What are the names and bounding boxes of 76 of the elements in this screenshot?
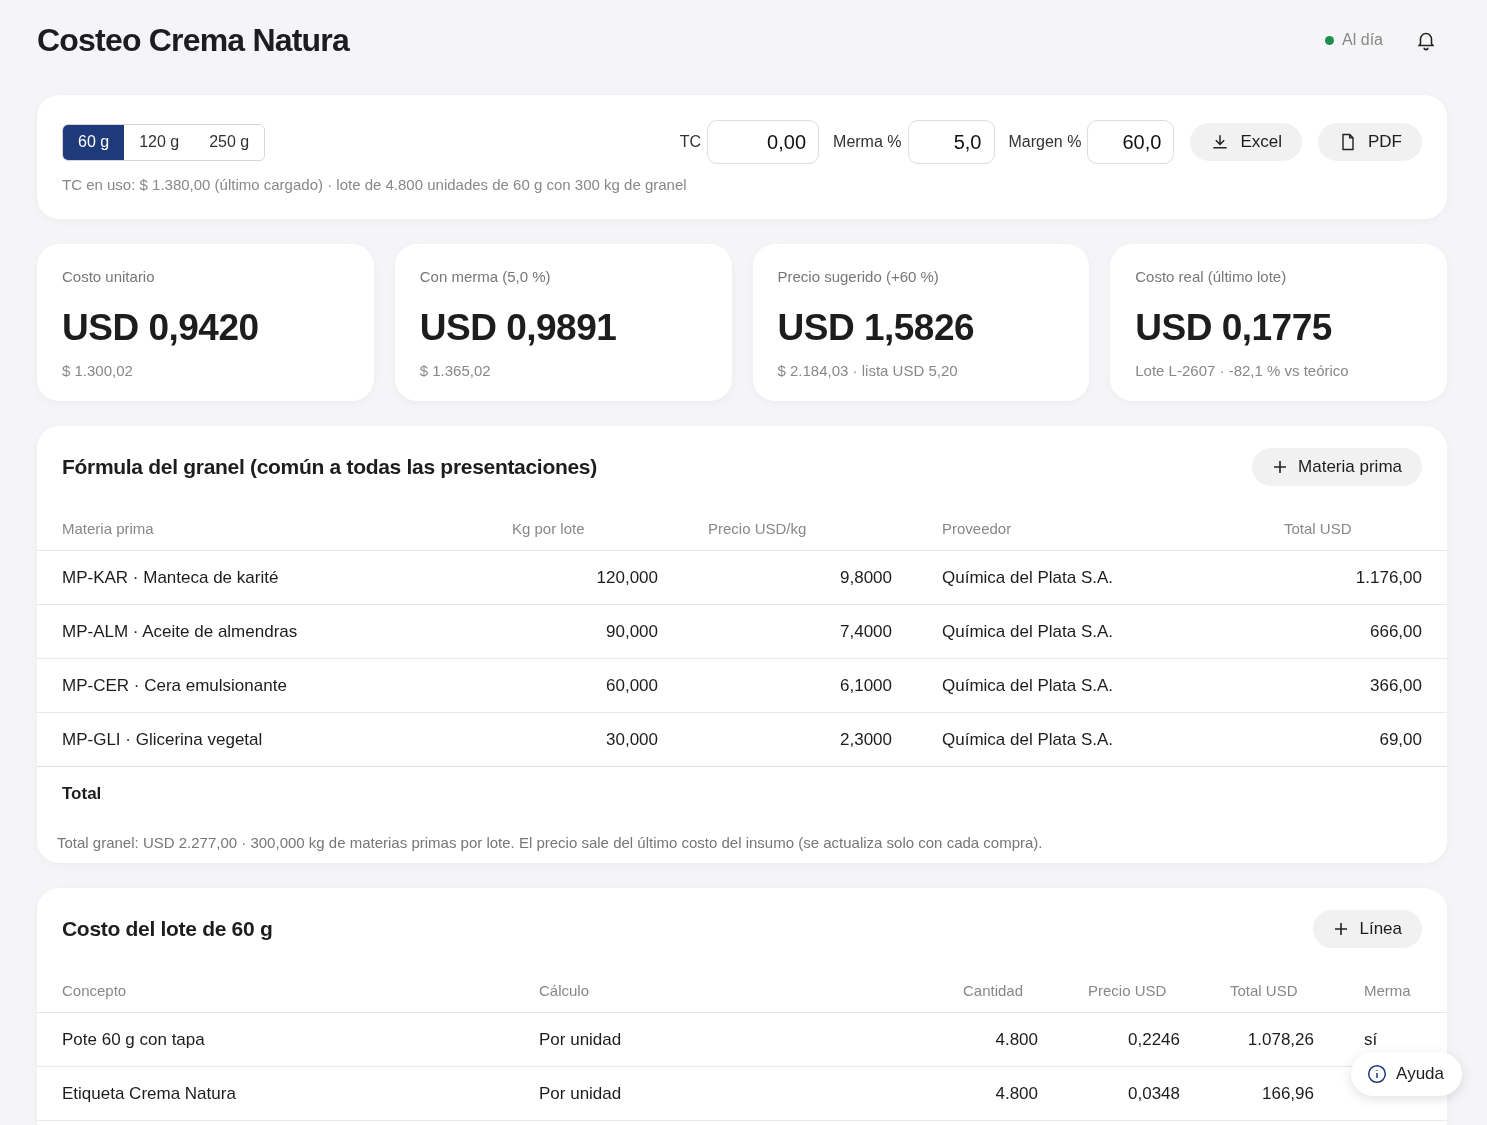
page-title: Costeo Crema Natura — [37, 21, 349, 59]
table-cell-text: 30,000 — [605, 729, 659, 750]
column-header: Precio USD/kg — [708, 519, 808, 537]
table-cell-text: 60,000 — [605, 675, 659, 696]
column-header: Merma — [1364, 981, 1412, 999]
kpi-subtext: Lote L-2607 · -82,1 % vs teórico — [1135, 362, 1350, 379]
total-label: Total — [62, 784, 102, 804]
table-cell-text: 1.078,26 — [1246, 1029, 1315, 1050]
column-header: Cantidad — [963, 981, 1025, 999]
table-cell-text: MP-CER · Cera emulsionante — [62, 675, 288, 696]
table-cell-text: 166,96 — [1261, 1083, 1315, 1104]
table-cell-text: Pote 60 g con tapa — [62, 1029, 206, 1050]
field-label: Merma % — [833, 133, 902, 151]
table-cell-text: MP-ALM · Aceite de almendras — [62, 621, 299, 642]
plus-icon — [1333, 921, 1350, 937]
table-cell-text: 1.176,00 — [1354, 567, 1422, 588]
table-cell-text: 4.800 — [994, 1029, 1039, 1050]
table-cell-text: 666,00 — [1369, 621, 1422, 642]
section-title: Fórmula del granel (común a todas las presentaciones) — [62, 455, 597, 479]
size-tab[interactable]: 60 g — [63, 124, 125, 160]
number-field[interactable]: 5,0 — [907, 120, 995, 164]
table-cell-text: Etiqueta Crema Natura — [62, 1083, 237, 1104]
export-button[interactable]: Excel — [1190, 123, 1302, 161]
column-header: Precio USD — [1088, 981, 1168, 999]
table-cell-text: 6,1000 — [839, 675, 893, 696]
table-cell-text: 0,2246 — [1127, 1029, 1181, 1050]
help-button[interactable]: Ayuda — [1351, 1052, 1462, 1096]
kpi-value: USD 0,9891 — [419, 307, 618, 349]
kpi-label: Con merma (5,0 %) — [419, 268, 552, 285]
table-cell-text: MP-KAR · Manteca de karité — [62, 567, 280, 588]
table-cell-text: Química del Plata S.A. — [942, 621, 1115, 642]
table-cell-text: 4.800 — [994, 1083, 1039, 1104]
table-cell-text: Por unidad — [539, 1029, 623, 1050]
field-label: TC — [679, 133, 702, 151]
formula-footnote: Total granel: USD 2.277,00 · 300,000 kg de materias primas por lote. El precio sale del último costo del insumo (se actualiza solo con cada compra). — [56, 834, 1044, 851]
section-title: Costo del lote de 60 g — [62, 917, 273, 941]
table-cell-text: 90,000 — [605, 621, 659, 642]
kpi-subtext: $ 1.300,02 — [62, 362, 134, 379]
column-header: Cálculo — [539, 981, 591, 999]
table-cell-text: 9,8000 — [839, 567, 893, 588]
table-cell-text: 7,4000 — [839, 621, 893, 642]
table-cell-text: 120,000 — [595, 567, 659, 588]
column-header: Materia prima — [62, 519, 155, 537]
table-cell-text: MP-GLI · Glicerina vegetal — [62, 729, 264, 750]
add-material-button[interactable]: Materia prima — [1252, 448, 1422, 486]
column-header: Total USD — [1230, 981, 1299, 999]
add-line-button[interactable]: Línea — [1313, 910, 1422, 948]
kpi-value: USD 0,9420 — [62, 307, 260, 349]
column-header: Proveedor — [942, 519, 1013, 537]
number-field[interactable]: 60,0 — [1087, 120, 1175, 164]
table-cell-text: Química del Plata S.A. — [942, 567, 1115, 588]
table-cell-text: 2,3000 — [839, 729, 893, 750]
kpi-value: USD 0,1775 — [1135, 307, 1333, 349]
table-cell-text: sí — [1364, 1029, 1379, 1050]
table-cell-text: Por unidad — [539, 1083, 623, 1104]
kpi-label: Costo unitario — [62, 268, 156, 285]
export-button[interactable]: PDF — [1318, 123, 1422, 161]
table-cell-text: Química del Plata S.A. — [942, 729, 1115, 750]
column-header: Total USD — [1284, 519, 1353, 537]
column-header: Concepto — [62, 981, 128, 999]
table-cell-text: 0,0348 — [1127, 1083, 1181, 1104]
kpi-label: Precio sugerido (+60 %) — [777, 268, 940, 285]
kpi-subtext: $ 2.184,03 · lista USD 5,20 — [777, 362, 959, 379]
plus-icon — [1272, 459, 1289, 475]
field-label: Margen % — [1008, 133, 1082, 151]
table-cell-text: Química del Plata S.A. — [942, 675, 1115, 696]
exchange-note: TC en uso: $ 1.380,00 (último cargado) · lote de 4.800 unidades de 60 g con 300 kg de granel — [62, 176, 688, 193]
table-cell-text: 69,00 — [1378, 729, 1422, 750]
info-icon — [1367, 1064, 1388, 1084]
kpi-value: USD 1,5826 — [777, 307, 976, 349]
table-cell-text: 366,00 — [1369, 675, 1422, 696]
number-field[interactable]: 0,00 — [707, 120, 820, 164]
status-label: Al día — [1342, 31, 1383, 49]
kpi-subtext: $ 1.365,02 — [419, 362, 492, 379]
kpi-label: Costo real (último lote) — [1135, 268, 1288, 285]
column-header: Kg por lote — [512, 519, 586, 537]
